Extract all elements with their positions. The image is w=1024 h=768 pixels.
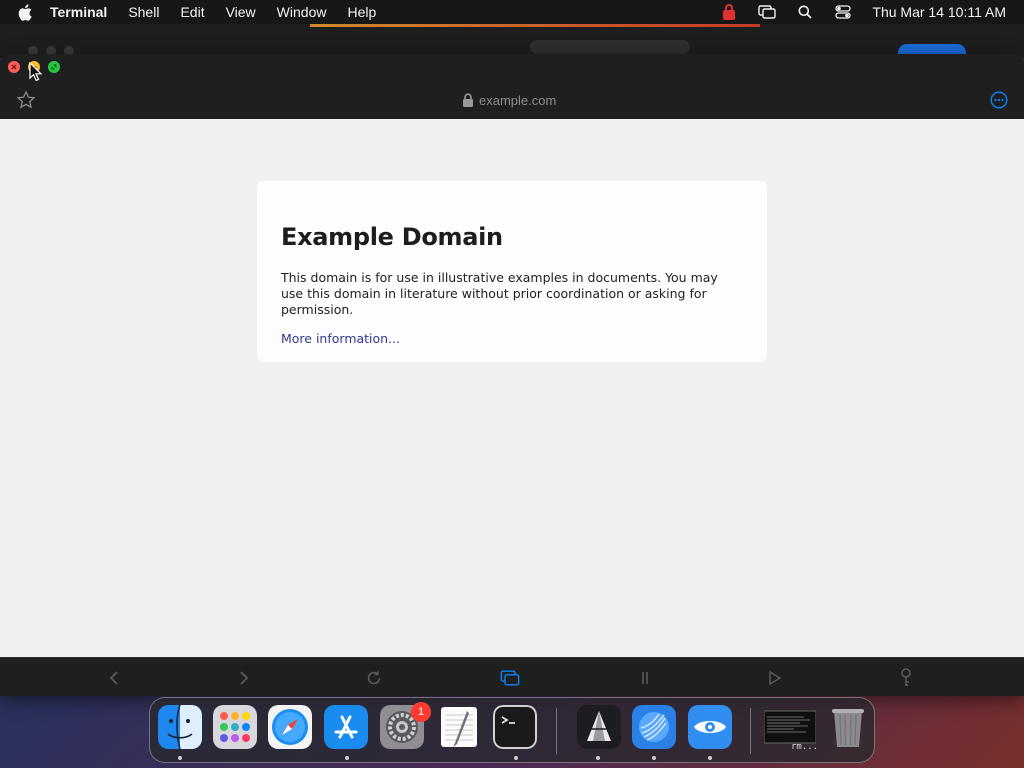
address-bar[interactable]: example.com [462,90,556,110]
dock-terminal-icon[interactable] [493,705,537,749]
dock-launchpad-icon[interactable] [213,705,257,749]
close-window-button[interactable] [8,61,20,73]
menu-shell[interactable]: Shell [128,4,159,20]
dock-ultra-icon[interactable] [577,705,621,749]
menu-window[interactable]: Window [277,4,327,20]
page-description: This domain is for use in illustrative e… [281,270,718,317]
menu-bar: Terminal Shell Edit View Window Help Thu… [0,0,1024,24]
dock-network-radar-icon[interactable] [632,705,676,749]
reader-pause-icon[interactable] [635,668,655,688]
dock-running-indicator [514,756,518,760]
tabs-icon[interactable] [500,668,520,688]
dock-trash-icon[interactable] [826,705,870,749]
dock-running-indicator [708,756,712,760]
mouse-pointer-icon [29,62,43,82]
dock-safari-icon[interactable] [268,705,312,749]
address-url: example.com [479,92,557,108]
forward-icon[interactable] [234,668,254,688]
dock-running-indicator [345,756,349,760]
notification-badge: 1 [411,702,431,722]
menu-view[interactable]: View [226,4,256,20]
bookmark-star-icon[interactable] [16,90,36,110]
key-icon[interactable] [896,668,916,688]
background-window-title [530,40,690,54]
dock-preview-icon[interactable] [688,705,732,749]
browser-bottom-toolbar [0,657,1024,696]
control-center-icon[interactable] [834,3,852,21]
back-icon[interactable] [104,668,124,688]
dock-running-indicator [178,756,182,760]
dock-running-indicator [596,756,600,760]
web-content: Example Domain This domain is for use in… [0,119,1024,657]
page-card: Example Domain This domain is for use in… [257,181,767,362]
reload-icon[interactable] [364,668,384,688]
menu-app-name[interactable]: Terminal [50,4,107,20]
dock [149,697,875,763]
more-options-icon[interactable] [990,91,1008,109]
page-heading: Example Domain [281,223,503,251]
dock-app-store-icon[interactable] [324,705,368,749]
dock-separator [750,708,751,754]
menu-edit[interactable]: Edit [180,4,204,20]
lock-icon [463,93,473,107]
more-information-link[interactable]: More information... [281,331,400,346]
window-titlebar [0,54,1024,82]
dock-separator [556,708,557,754]
play-icon[interactable] [765,668,785,688]
menu-bar-clock[interactable]: Thu Mar 14 10:11 AM [872,4,1006,20]
minimized-window-label: rm... [791,742,819,752]
screen-mirroring-icon[interactable] [758,3,777,21]
dock-finder-icon[interactable] [158,705,202,749]
recording-indicator-icon[interactable] [720,3,738,21]
dock-running-indicator [652,756,656,760]
spotlight-search-icon[interactable] [796,3,814,21]
menu-help[interactable]: Help [347,4,376,20]
dock-textedit-icon[interactable] [437,705,481,749]
browser-toolbar: example.com [0,82,1024,120]
browser-window: example.com Example Domain This domain i… [0,54,1024,696]
background-window-accent [310,24,760,27]
apple-menu-icon[interactable] [18,3,36,21]
fullscreen-window-button[interactable] [48,61,60,73]
